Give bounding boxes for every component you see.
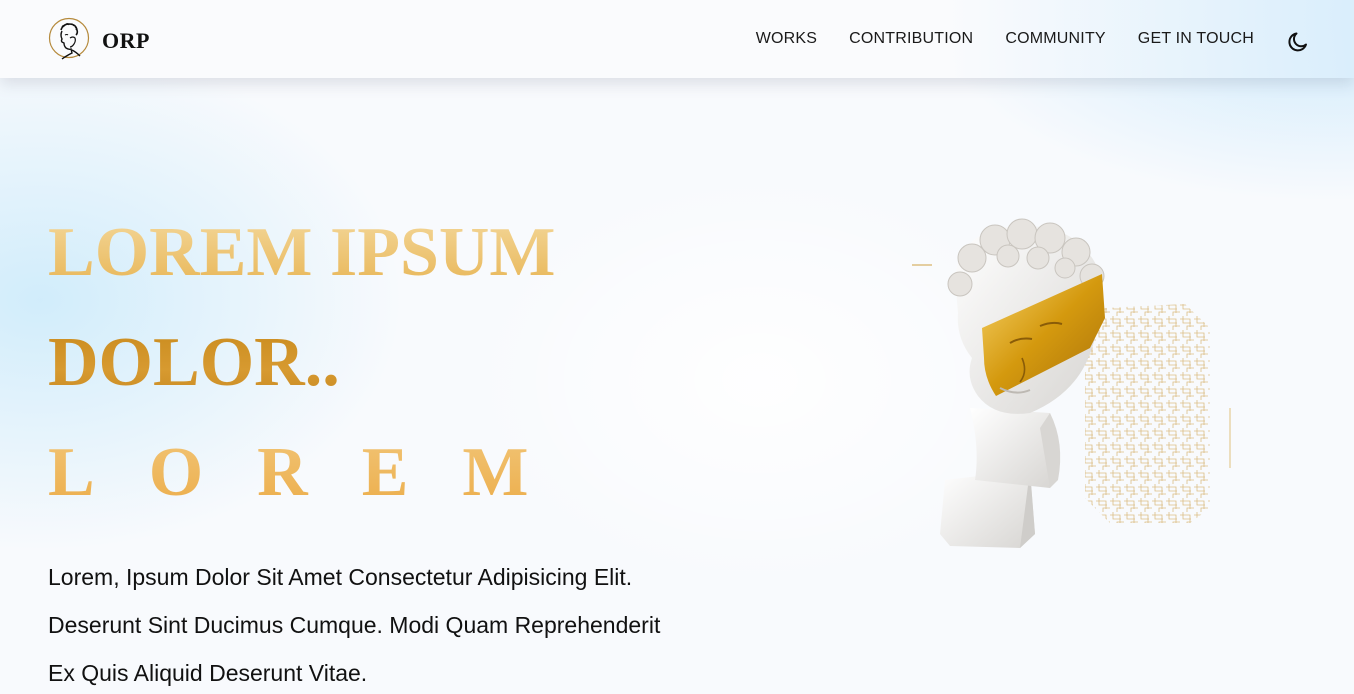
brand-name: ORP bbox=[102, 28, 150, 53]
main-navigation: WORKS CONTRIBUTION COMMUNITY GET IN TOUC… bbox=[724, 30, 1254, 48]
hero-title-line-1: LOREM IPSUM bbox=[48, 218, 582, 288]
classical-head-icon bbox=[48, 17, 90, 60]
statue-bust-image bbox=[912, 218, 1231, 548]
hero-title-line-3: LOREM bbox=[48, 434, 583, 511]
nav-link-works[interactable]: WORKS bbox=[756, 30, 817, 48]
hero-title-line-2: DOLOR.. bbox=[48, 328, 582, 398]
hero-description: Lorem, Ipsum Dolor Sit Amet Consectetur … bbox=[48, 564, 661, 686]
brand-logo[interactable]: ORP bbox=[48, 16, 150, 60]
hero-heading: LOREM IPSUM DOLOR.. LOREM bbox=[48, 218, 582, 508]
nav-link-community[interactable]: COMMUNITY bbox=[1005, 30, 1105, 48]
navbar: ORP WORKS CONTRIBUTION COMMUNITY GET IN … bbox=[0, 0, 1354, 78]
nav-link-get-in-touch[interactable]: GET IN TOUCH bbox=[1138, 30, 1254, 48]
nav-link-contribution[interactable]: CONTRIBUTION bbox=[849, 30, 973, 48]
moon-icon[interactable] bbox=[1286, 30, 1310, 54]
